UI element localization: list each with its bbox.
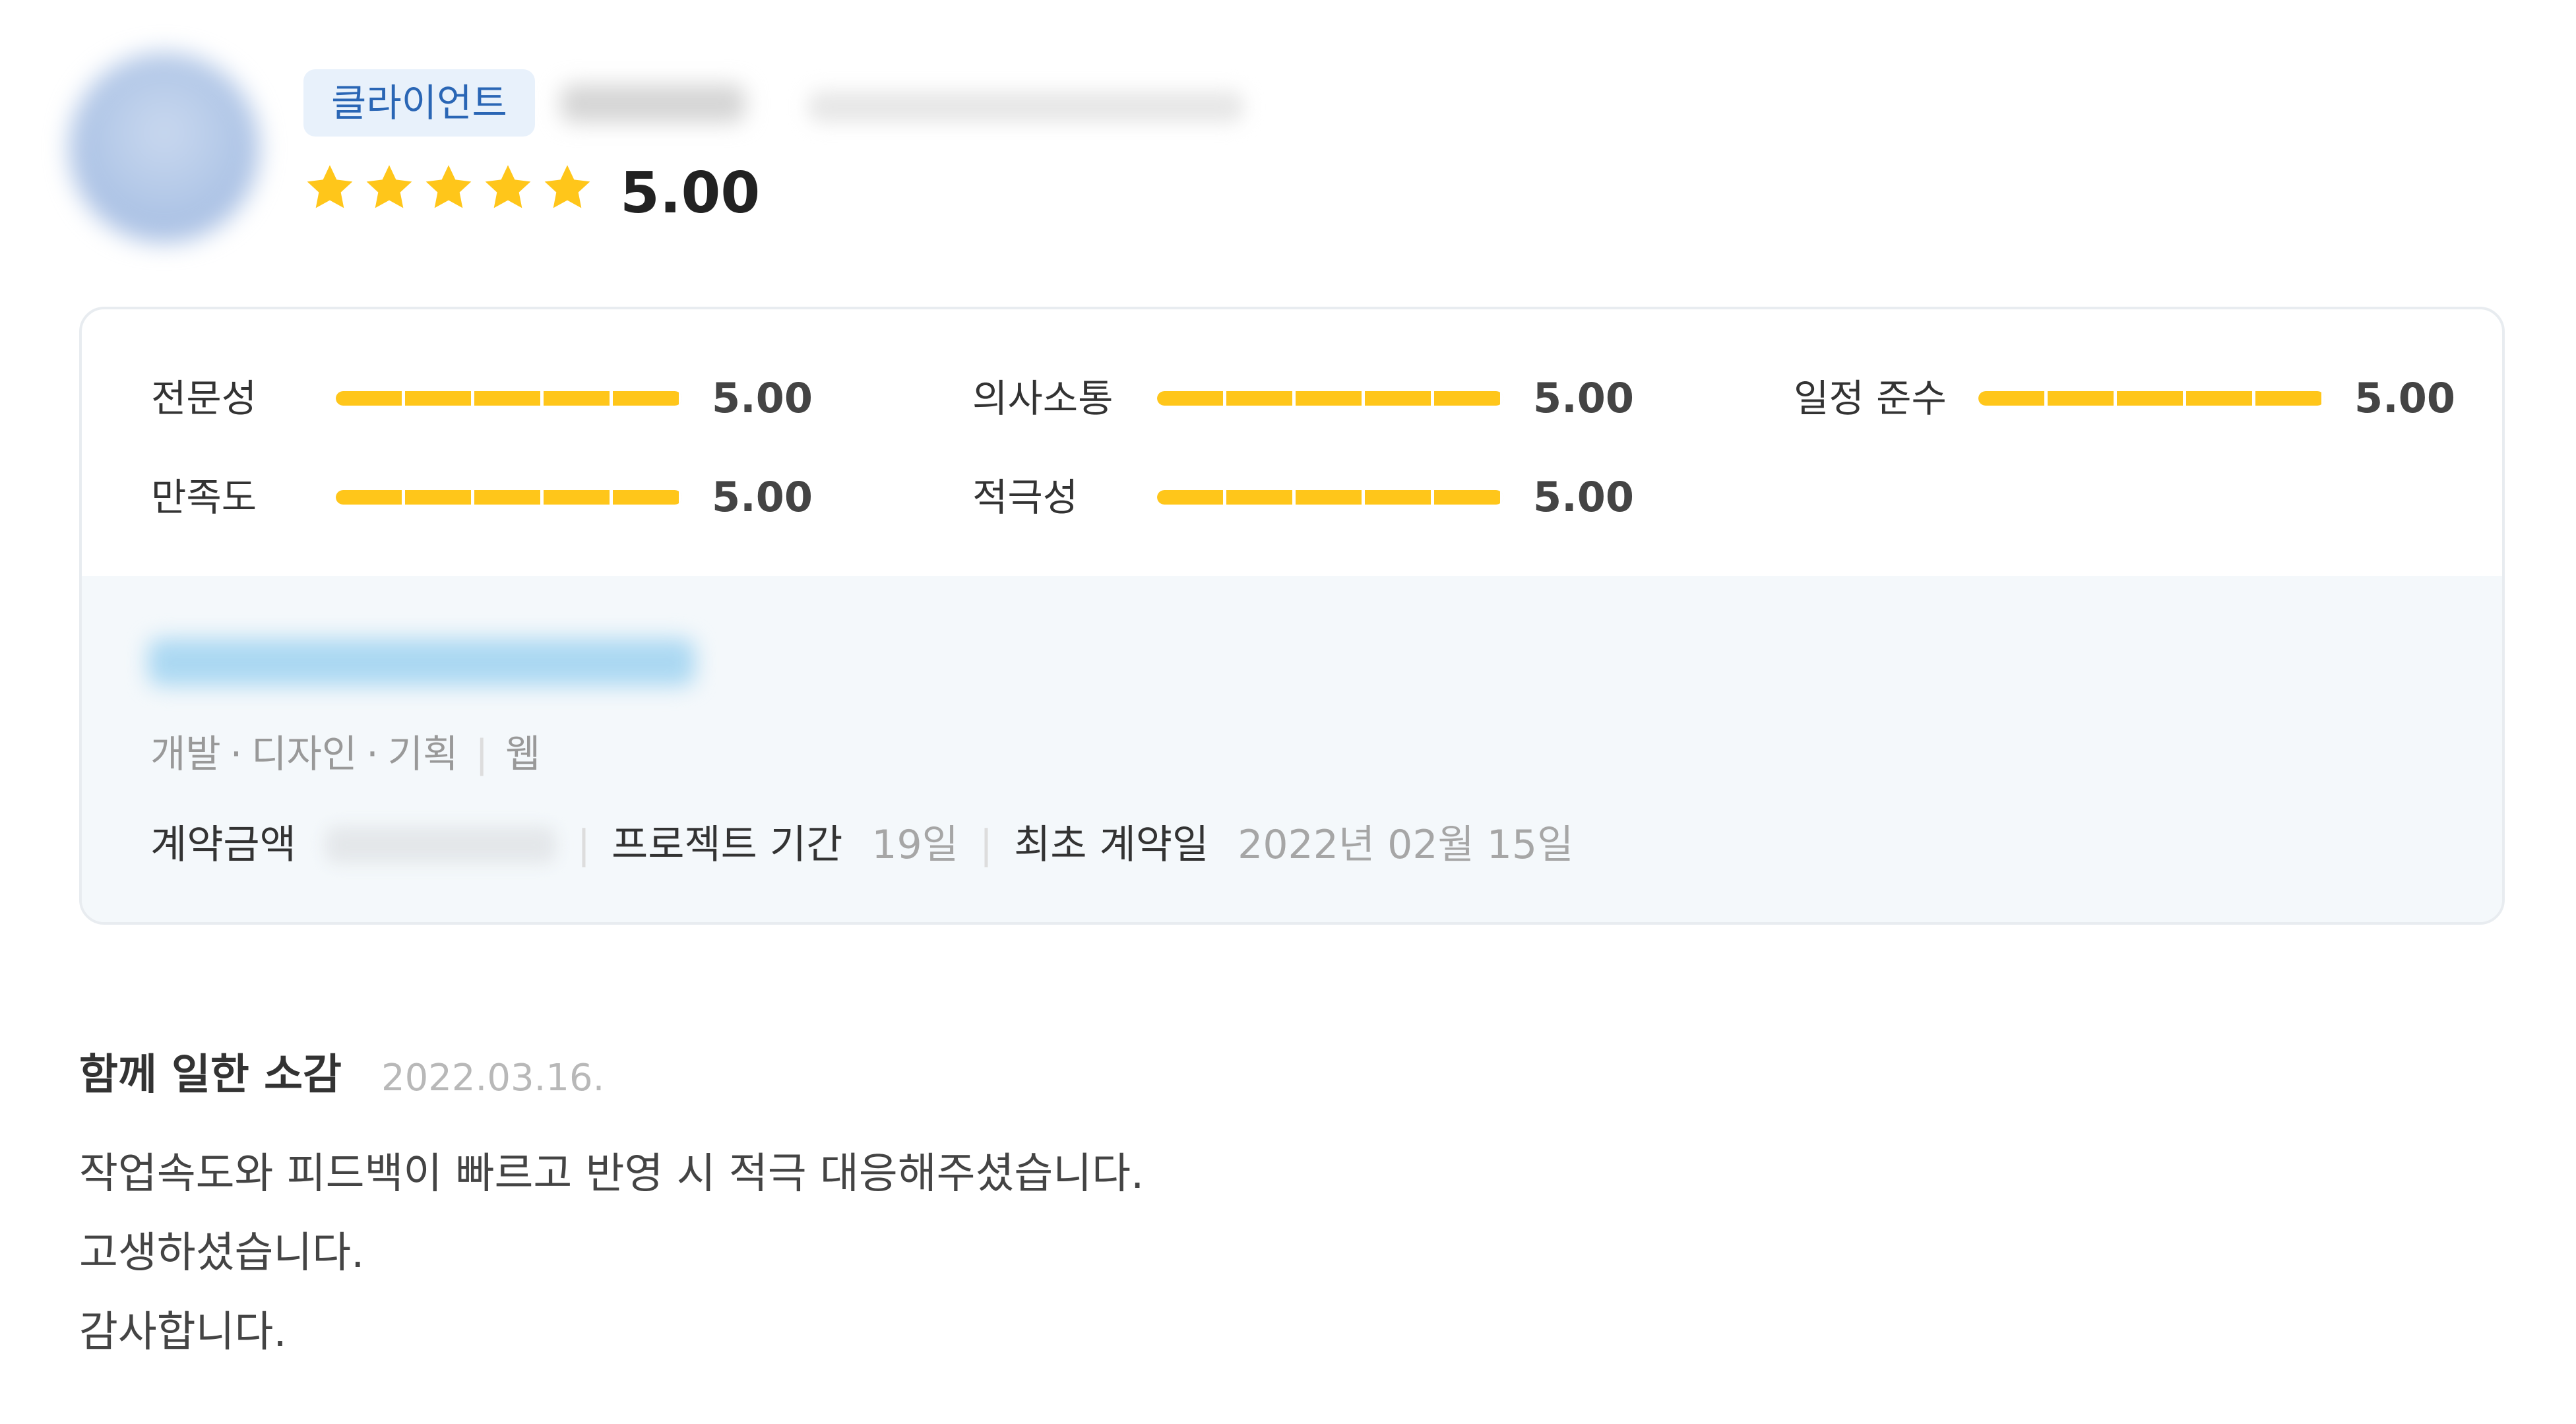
avatar bbox=[69, 53, 259, 243]
redacted-client-name bbox=[561, 84, 745, 123]
project-duration-value: 19일 bbox=[871, 822, 958, 868]
review-title: 함께 일한 소감 bbox=[79, 1051, 342, 1099]
first-contract-date: 2022년 02월 15일 bbox=[1238, 822, 1574, 868]
client-badge: 클라이언트 bbox=[303, 69, 535, 137]
overall-score: 5.00 bbox=[620, 160, 761, 226]
star-icon bbox=[482, 162, 534, 214]
rating-bar-fill bbox=[336, 391, 682, 406]
rating-item-communication: 의사소통 5.00 bbox=[972, 362, 1711, 435]
category-dot: · bbox=[230, 731, 243, 776]
rating-label: 전문성 bbox=[151, 376, 257, 421]
star-icon bbox=[303, 162, 356, 214]
star-icon bbox=[422, 162, 475, 214]
rating-item-satisfaction: 만족도 5.00 bbox=[151, 461, 890, 534]
star-icon bbox=[541, 162, 594, 214]
star-rating bbox=[303, 158, 600, 218]
rating-value: 5.00 bbox=[1533, 374, 1634, 422]
rating-value: 5.00 bbox=[2354, 374, 2455, 422]
rating-value: 5.00 bbox=[1533, 473, 1634, 521]
rating-card: 전문성 5.00 의사소통 5.00 일정 준수 5.00 만족도 5.00 적… bbox=[79, 307, 2505, 925]
review-line: 감사합니다. bbox=[79, 1308, 287, 1357]
rating-breakdown: 전문성 5.00 의사소통 5.00 일정 준수 5.00 만족도 5.00 적… bbox=[82, 309, 2502, 576]
contract-details: 계약금액 | 프로젝트 기간 19일 | 최초 계약일 2022년 02월 15… bbox=[150, 812, 1573, 878]
rating-bar-fill bbox=[1978, 391, 2325, 406]
rating-bar bbox=[336, 490, 682, 505]
redacted-contract-amount bbox=[325, 826, 556, 863]
rating-bar-fill bbox=[1157, 490, 1503, 505]
review-date: 2022.03.16. bbox=[381, 1057, 605, 1099]
rating-item-proactiveness: 적극성 5.00 bbox=[972, 461, 1711, 534]
review-line: 고생하셨습니다. bbox=[79, 1229, 365, 1278]
rating-label: 적극성 bbox=[972, 475, 1079, 520]
rating-item-expertise: 전문성 5.00 bbox=[151, 362, 890, 435]
project-duration-label: 프로젝트 기간 bbox=[612, 822, 843, 868]
rating-label: 만족도 bbox=[151, 475, 257, 520]
rating-bar bbox=[1157, 391, 1503, 406]
platform-label: 웹 bbox=[505, 731, 541, 776]
rating-bar bbox=[336, 391, 682, 406]
divider: | bbox=[979, 822, 993, 868]
rating-label: 일정 준수 bbox=[1794, 376, 1947, 421]
rating-bar-fill bbox=[336, 490, 682, 505]
category-item: 디자인 bbox=[251, 731, 358, 776]
rating-bar bbox=[1978, 391, 2325, 406]
rating-value: 5.00 bbox=[712, 473, 813, 521]
project-info: 개발 · 디자인 · 기획 | 웹 계약금액 | 프로젝트 기간 19일 | 최초 계약일 … bbox=[82, 576, 2502, 922]
redacted-client-meta bbox=[808, 91, 1243, 123]
rating-label: 의사소통 bbox=[972, 376, 1114, 421]
divider: | bbox=[577, 822, 591, 868]
rating-bar-fill bbox=[1157, 391, 1503, 406]
rating-bar bbox=[1157, 490, 1503, 505]
project-category: 개발 · 디자인 · 기획 | 웹 bbox=[150, 724, 540, 784]
rating-value: 5.00 bbox=[712, 374, 813, 422]
category-dot: · bbox=[366, 731, 379, 776]
divider: | bbox=[475, 731, 488, 776]
contract-amount-label: 계약금액 bbox=[150, 822, 296, 868]
review-line: 작업속도와 피드백이 빠르고 반영 시 적극 대응해주셨습니다. bbox=[79, 1150, 1145, 1198]
review-page: 클라이언트 5.00 전문성 5.00 의사소통 5.00 일정 준수 5.00… bbox=[0, 0, 2576, 1424]
rating-item-schedule: 일정 준수 5.00 bbox=[1794, 362, 2455, 435]
redacted-project-title[interactable] bbox=[148, 638, 695, 686]
first-contract-label: 최초 계약일 bbox=[1014, 822, 1209, 868]
category-item: 기획 bbox=[387, 731, 458, 776]
star-icon bbox=[363, 162, 416, 214]
review-body: 작업속도와 피드백이 빠르고 반영 시 적극 대응해주셨습니다. 고생하셨습니다… bbox=[79, 1134, 1144, 1372]
category-item: 개발 bbox=[150, 731, 221, 776]
